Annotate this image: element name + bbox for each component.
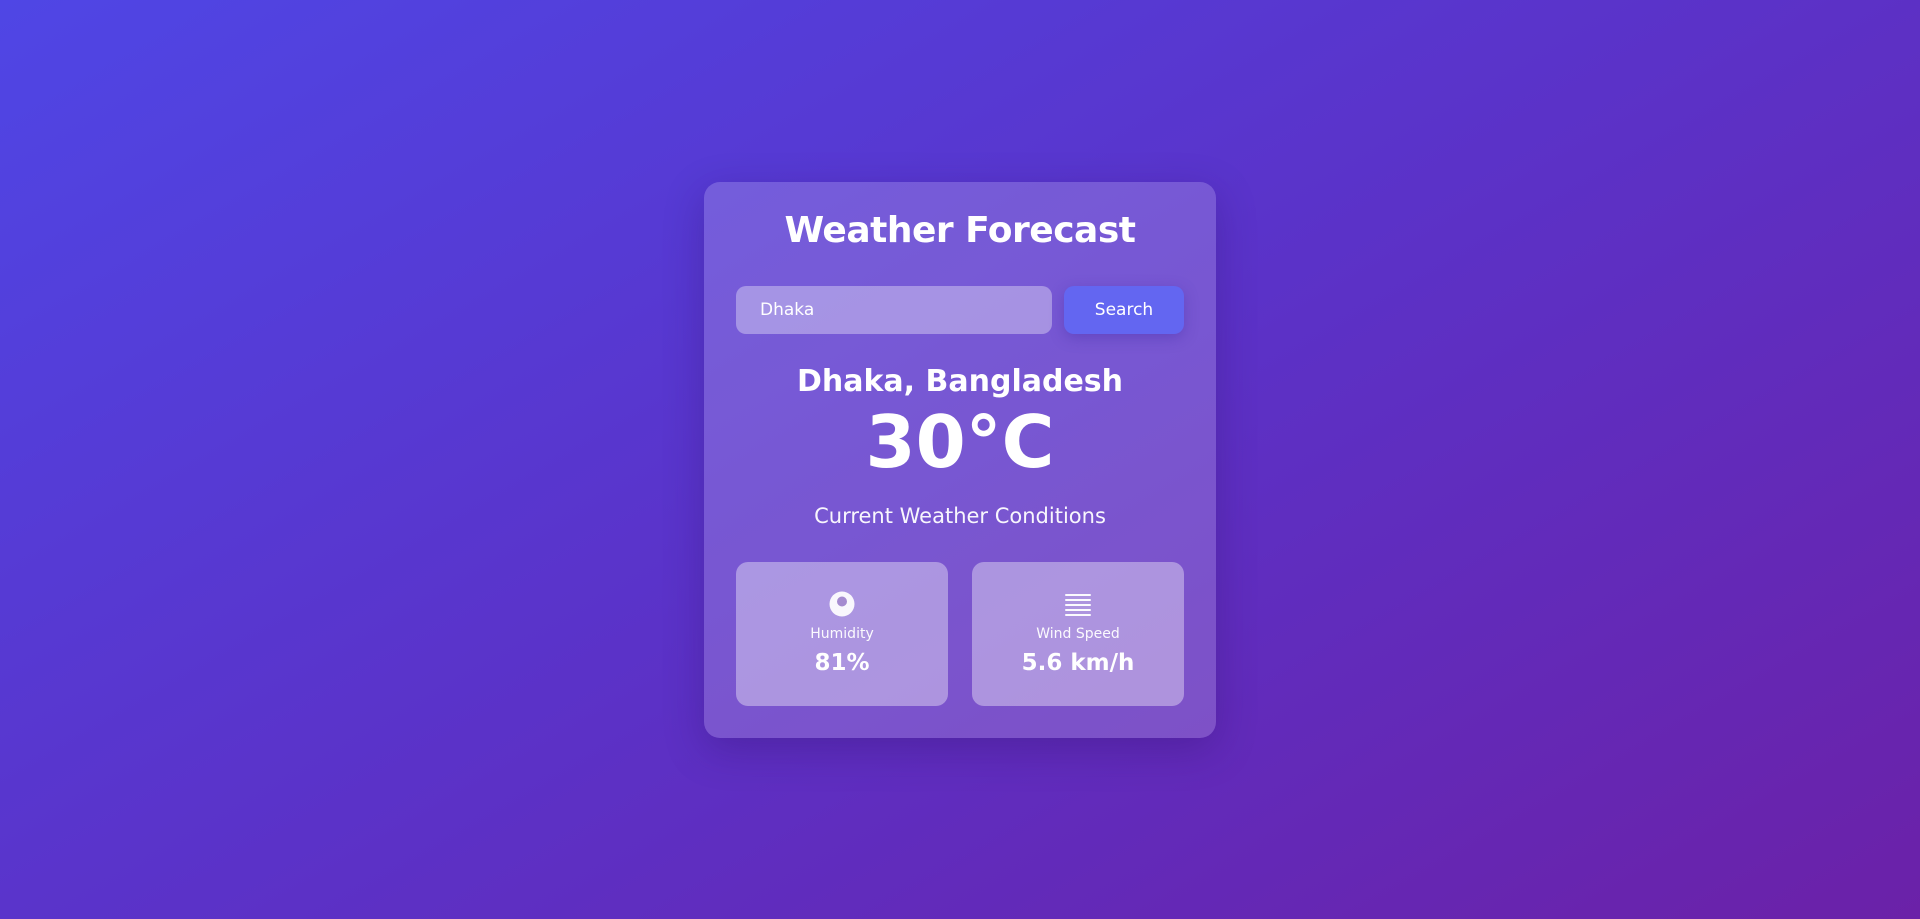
weather-conditions: Current Weather Conditions <box>814 504 1106 528</box>
city-search-input[interactable] <box>736 286 1052 334</box>
wind-speed-card: Wind Speed 5.6 km/h <box>972 562 1184 706</box>
wind-speed-value: 5.6 km/h <box>1021 650 1135 676</box>
weather-card: Weather Forecast Search Dhaka, Banglades… <box>704 182 1216 738</box>
humidity-card: Humidity 81% <box>736 562 948 706</box>
humidity-value: 81% <box>814 650 870 676</box>
temperature-value: 30°C <box>865 400 1055 484</box>
humidity-label: Humidity <box>810 626 874 642</box>
search-bar: Search <box>736 286 1184 334</box>
wind-lines-icon <box>1065 594 1091 616</box>
app-title: Weather Forecast <box>784 210 1136 251</box>
droplet-icon <box>829 591 855 617</box>
search-button[interactable]: Search <box>1064 286 1184 334</box>
location-name: Dhaka, Bangladesh <box>796 364 1124 399</box>
wind-speed-label: Wind Speed <box>1036 626 1120 642</box>
